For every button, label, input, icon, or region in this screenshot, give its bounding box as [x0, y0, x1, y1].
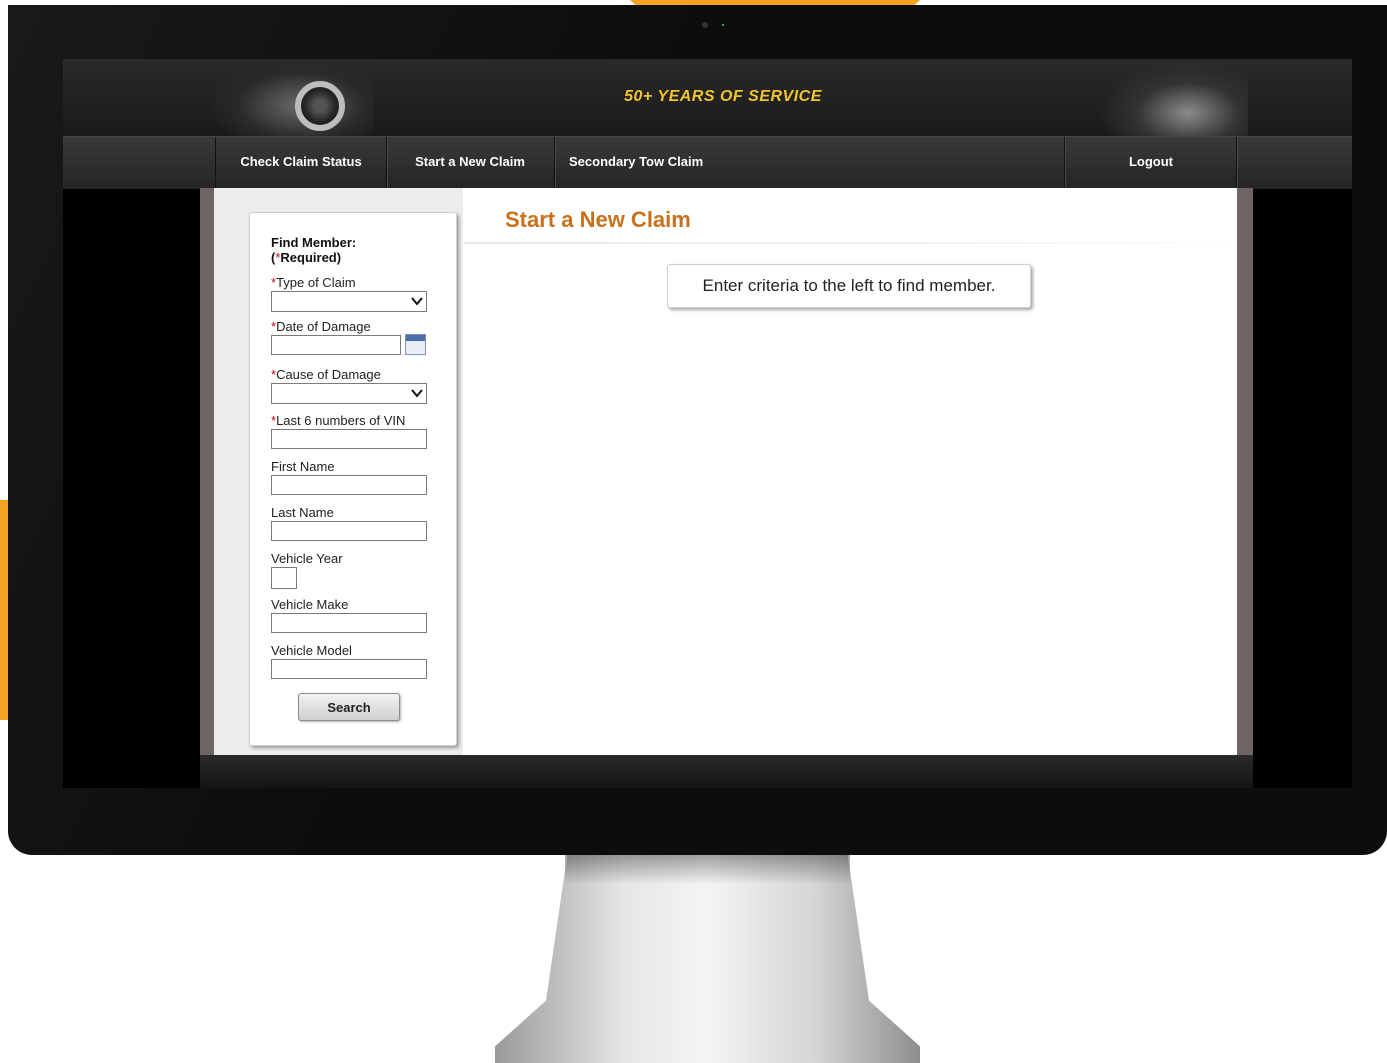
vehicle-model-label: Vehicle Model: [271, 643, 352, 658]
first-name-label: First Name: [271, 459, 335, 474]
type-of-claim-select[interactable]: [271, 291, 427, 312]
title-divider: [463, 242, 1237, 244]
site-header: 50+ YEARS OF SERVICE: [63, 59, 1352, 136]
find-member-notice: Enter criteria to the left to find membe…: [667, 264, 1031, 308]
logout-link[interactable]: Logout: [1066, 137, 1237, 189]
page-title: Start a New Claim: [505, 207, 691, 232]
content-area: Find Member: (*Required) *Type of Claim …: [200, 188, 1253, 755]
site-tagline: 50+ YEARS OF SERVICE: [624, 88, 822, 105]
cause-of-damage-label: *Cause of Damage: [271, 367, 381, 382]
find-member-panel: Find Member: (*Required) *Type of Claim …: [249, 212, 457, 746]
vin-input[interactable]: [271, 429, 427, 449]
vehicle-make-input[interactable]: [271, 613, 427, 633]
main-panel: Start a New Claim Enter criteria to the …: [463, 188, 1237, 755]
vehicle-make-label: Vehicle Make: [271, 597, 349, 612]
car-image-left: [213, 59, 373, 136]
cause-of-damage-select[interactable]: [271, 383, 427, 404]
site-nav: Check Claim Status Start a New Claim Sec…: [63, 136, 1352, 189]
vin-label: *Last 6 numbers of VIN: [271, 413, 406, 428]
vehicle-model-input[interactable]: [271, 659, 427, 679]
vehicle-year-input[interactable]: [271, 567, 297, 589]
find-member-heading: Find Member: (*Required): [271, 235, 357, 265]
chevron-down-icon: [411, 389, 423, 398]
footer-strip: [200, 755, 1253, 788]
type-of-claim-label: *Type of Claim: [271, 275, 356, 290]
sidebar: Find Member: (*Required) *Type of Claim …: [214, 188, 464, 755]
nav-secondary-tow-claim[interactable]: Secondary Tow Claim: [555, 137, 1065, 189]
chevron-down-icon: [411, 297, 423, 306]
date-of-damage-label: *Date of Damage: [271, 319, 371, 334]
camera-led: [722, 24, 724, 26]
required-note: Required): [280, 250, 342, 265]
screen: 50+ YEARS OF SERVICE Check Claim Status …: [63, 59, 1352, 788]
search-button[interactable]: Search: [298, 693, 400, 721]
first-name-input[interactable]: [271, 475, 427, 495]
date-of-damage-input[interactable]: [271, 335, 401, 355]
wheel-icon: [295, 81, 345, 131]
last-name-label: Last Name: [271, 505, 334, 520]
vehicle-year-label: Vehicle Year: [271, 551, 343, 566]
nav-check-claim-status[interactable]: Check Claim Status: [215, 137, 387, 189]
camera-icon: [702, 22, 708, 28]
calendar-icon[interactable]: [405, 334, 426, 355]
nav-start-new-claim[interactable]: Start a New Claim: [386, 137, 555, 189]
car-image-right: [1098, 59, 1248, 136]
monitor-stand-shadow: [565, 855, 850, 885]
last-name-input[interactable]: [271, 521, 427, 541]
